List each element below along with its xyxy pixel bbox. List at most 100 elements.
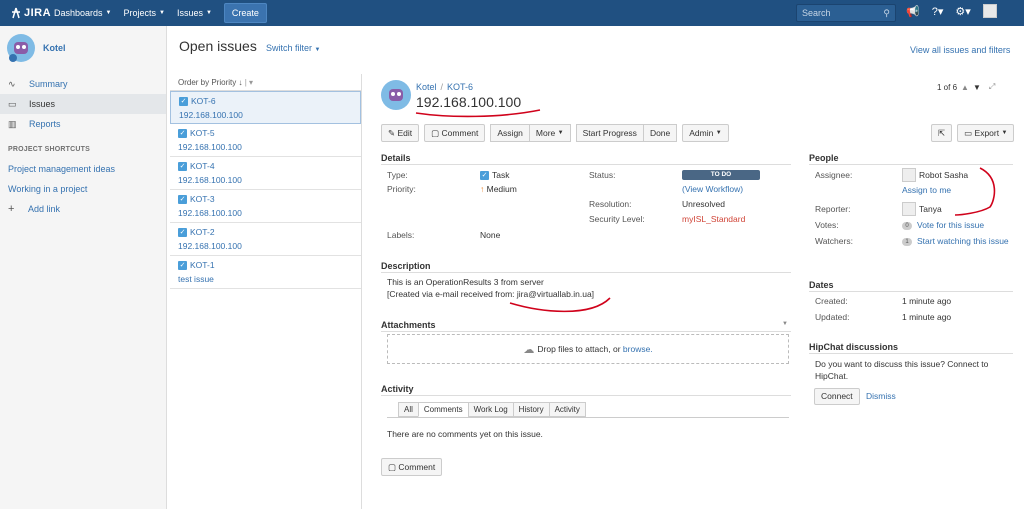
chart-icon: ▥ (8, 118, 17, 129)
pulse-icon: ∿ (8, 78, 16, 89)
next-issue-icon[interactable]: ▼ (973, 83, 981, 92)
activity-tabs: All Comments Work Log History Activity (398, 402, 586, 417)
dismiss-link[interactable]: Dismiss (866, 391, 896, 401)
top-navigation: JIRA Dashboards ▼ Projects ▼ Issues ▼ Creat… (0, 0, 1024, 26)
view-all-issues-link[interactable]: View all issues and filters (910, 45, 1010, 55)
tab-history[interactable]: History (512, 402, 550, 417)
gear-icon[interactable]: ⚙▾ (955, 5, 970, 18)
done-button[interactable]: Done (643, 124, 678, 142)
shortcuts-heading: PROJECT SHORTCUTS (8, 146, 90, 153)
drop-text: Drop files to attach, or (537, 344, 621, 354)
list-item[interactable]: ✓ KOT-5 192.168.100.100 (170, 124, 361, 157)
chevron-down-icon[interactable]: ▼ (782, 321, 788, 327)
user-avatar[interactable] (982, 4, 997, 18)
admin-button[interactable]: Admin ▼ (682, 124, 729, 142)
divider (381, 272, 791, 273)
list-item[interactable]: ✓ KOT-1 test issue (170, 256, 361, 289)
edit-button[interactable]: ✎ Edit (381, 124, 420, 142)
help-icon[interactable]: ?▾ (932, 5, 944, 18)
reporter-value[interactable]: Tanya (919, 204, 942, 214)
add-link-label: Add link (28, 204, 61, 214)
nav-dashboards[interactable]: Dashboards ▼ (54, 8, 111, 18)
export-icon: ▭ (964, 127, 975, 138)
chevron-down-icon: ▼ (314, 47, 321, 53)
divider (809, 164, 1013, 165)
add-link[interactable]: + Add link (0, 199, 166, 219)
share-button[interactable]: ⇱ (931, 124, 953, 142)
upload-cloud-icon: ☁ (523, 343, 538, 356)
start-progress-button[interactable]: Start Progress (575, 124, 644, 142)
divider (381, 395, 791, 396)
list-item[interactable]: ✓ KOT-4 192.168.100.100 (170, 157, 361, 190)
sidebar-item-issues[interactable]: ▭ Issues (0, 94, 166, 114)
page-title: Open issues (179, 38, 257, 54)
divider (381, 164, 791, 165)
list-item[interactable]: ✓ KOT-2 192.168.100.100 (170, 223, 361, 256)
megaphone-icon[interactable]: 📢 (906, 5, 920, 18)
prev-issue-icon[interactable]: ▲ (961, 83, 969, 92)
create-button[interactable]: Create (223, 3, 267, 23)
project-header[interactable]: Kotel (0, 26, 166, 70)
chevron-down-icon: | ▾ (244, 78, 254, 87)
task-icon: ✓ (178, 162, 187, 171)
jira-logo-icon (12, 7, 20, 19)
jira-logo[interactable]: JIRA (0, 7, 54, 19)
switch-filter-button[interactable]: Switch filter ▼ (266, 43, 320, 53)
nav-projects[interactable]: Projects ▼ (123, 8, 164, 18)
vote-link[interactable]: Vote for this issue (917, 220, 984, 230)
issue-detail: Kotel / KOT-6 192.168.100.100 1 of 6 ▲ ▼ ⤢… (370, 74, 1024, 509)
tab-activity[interactable]: Activity (548, 402, 586, 417)
export-button[interactable]: ▭ Export ▼ (957, 124, 1015, 142)
search-icon: ⚲ (883, 7, 890, 18)
avatar (902, 202, 916, 216)
chevron-down-icon: ▼ (159, 10, 165, 16)
comment-button[interactable]: ▢ Comment (424, 124, 486, 142)
add-comment-button[interactable]: ▢ Comment (381, 458, 443, 476)
tab-comments[interactable]: Comments (417, 402, 469, 417)
top-right-icons: 📢 ?▾ ⚙▾ (906, 4, 1009, 18)
list-item[interactable]: ✓ KOT-6 192.168.100.100 (170, 91, 361, 124)
sidebar-item-label: Issues (29, 99, 56, 109)
nav-dashboards-label: Dashboards (54, 8, 103, 18)
pager-text: 1 of 6 (937, 82, 958, 92)
issues-icon: ▭ (8, 98, 17, 109)
breadcrumb-project[interactable]: Kotel (416, 82, 437, 92)
order-by-bar[interactable]: Order by Priority ↓ | ▾ (170, 74, 361, 91)
security-level-value: myISL_Standard (682, 214, 746, 224)
search-input[interactable]: Search ⚲ (796, 4, 896, 22)
shortcut-link[interactable]: Working in a project (0, 179, 166, 199)
divider (381, 331, 791, 332)
status-badge: TO DO (682, 170, 760, 180)
watchers-label: Watchers: (815, 236, 853, 246)
assignee-value[interactable]: Robot Sasha (919, 170, 968, 180)
toolbar-right: ⇱ ▭ Export ▼ (931, 124, 1019, 142)
list-item[interactable]: ✓ KOT-3 192.168.100.100 (170, 190, 361, 223)
tab-work-log[interactable]: Work Log (467, 402, 514, 417)
sidebar-item-reports[interactable]: ▥ Reports (0, 114, 166, 134)
divider (387, 417, 789, 418)
shortcut-link[interactable]: Project management ideas (0, 159, 166, 179)
more-button[interactable]: More ▼ (529, 124, 571, 142)
browse-link[interactable]: browse. (623, 344, 653, 354)
breadcrumb: Kotel / KOT-6 (416, 82, 473, 92)
assign-to-me-link[interactable]: Assign to me (902, 185, 951, 195)
watch-link[interactable]: Start watching this issue (917, 236, 1009, 246)
sidebar-item-label: Reports (29, 119, 61, 129)
tab-all[interactable]: All (398, 402, 419, 417)
connect-button[interactable]: Connect (814, 388, 860, 405)
breadcrumb-issue-key[interactable]: KOT-6 (447, 82, 473, 92)
description-line: [Created via e-mail received from: jira@… (387, 289, 595, 299)
description-heading: Description (381, 261, 431, 271)
attachment-dropzone[interactable]: ☁ Drop files to attach, or browse. (387, 334, 789, 364)
task-icon: ✓ (178, 195, 187, 204)
nav-issues[interactable]: Issues ▼ (177, 8, 212, 18)
speech-bubble-icon: ▢ (388, 461, 399, 472)
assign-button[interactable]: Assign (490, 124, 530, 142)
view-workflow-link[interactable]: (View Workflow) (682, 184, 743, 194)
expand-icon[interactable]: ⤢ (989, 82, 995, 92)
type-label: Type: (387, 170, 408, 180)
issue-title[interactable]: 192.168.100.100 (416, 94, 521, 110)
export-label: Export (974, 128, 1000, 138)
issue-summary: 192.168.100.100 (178, 175, 242, 185)
sidebar-item-summary[interactable]: ∿ Summary (0, 74, 166, 94)
